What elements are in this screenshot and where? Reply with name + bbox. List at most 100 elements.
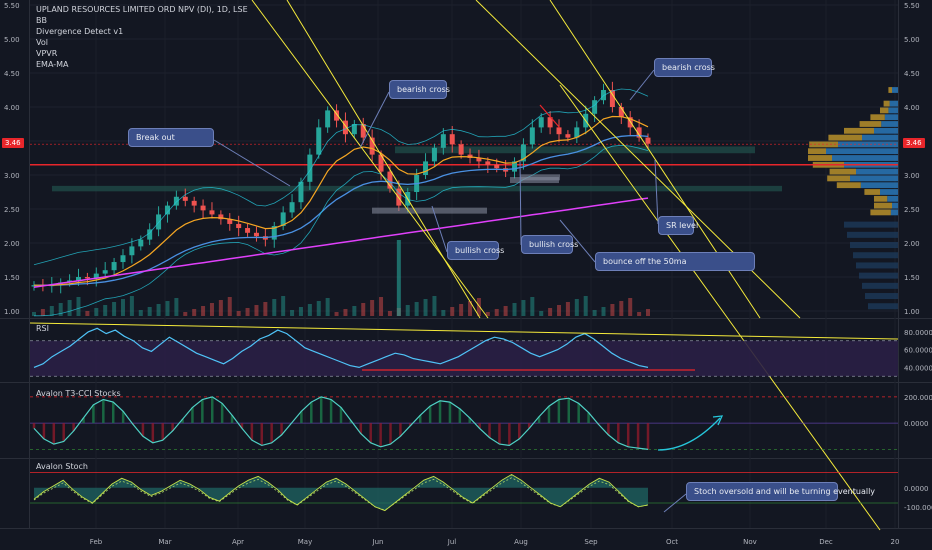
indicator-legend: UPLAND RESOURCES LIMITED ORD NPV (DI), 1… <box>36 4 248 70</box>
t3-tick: 200.0000 <box>904 394 932 402</box>
price-tick-left: 2.50 <box>4 206 20 214</box>
vpvr-bar-up <box>874 195 888 202</box>
current-price-badge-right: 3.46 <box>903 138 925 148</box>
chart-background <box>0 0 932 550</box>
vpvr-bar-down <box>892 87 898 93</box>
candle-body <box>494 164 500 169</box>
vpvr-bar-low <box>859 272 898 279</box>
vpvr-bar-up <box>827 175 850 182</box>
annotation-sr-level[interactable]: SR level <box>658 216 698 235</box>
vpvr-bar-down <box>856 168 898 175</box>
rsi-tick: 40.0000 <box>904 364 932 372</box>
vpvr-bar-low <box>865 293 898 300</box>
month-label: Apr <box>232 538 244 546</box>
candle-body <box>458 144 464 155</box>
legend-vpvr: VPVR <box>36 49 58 58</box>
t3-tick: 0.0000 <box>904 420 929 428</box>
candle-body <box>485 161 491 165</box>
month-label: Sep <box>584 538 598 546</box>
volume-bar <box>290 310 295 316</box>
volume-bar <box>628 298 633 316</box>
chart-canvas[interactable]: 5.505.505.005.004.504.504.004.003.503.50… <box>0 0 932 550</box>
volume-bar <box>112 302 117 316</box>
month-label: Feb <box>90 538 103 546</box>
volume-bar <box>459 304 464 316</box>
current-price-badge-left: 3.46 <box>2 138 24 148</box>
volume-bar <box>343 309 348 316</box>
stoch-tick: -100.0000 <box>904 504 932 512</box>
month-label: Nov <box>743 538 757 546</box>
vpvr-bar-down <box>884 114 898 121</box>
vpvr-bar-low <box>856 262 898 269</box>
candle-body <box>209 210 215 215</box>
stoch-pane-title: Avalon Stoch <box>36 462 88 471</box>
annotation-stoch-oversold[interactable]: Stoch oversold and will be turning event… <box>686 482 875 501</box>
vpvr-bar-up <box>880 107 889 114</box>
candle-body <box>138 239 144 247</box>
price-tick-left: 5.50 <box>4 2 20 10</box>
annotation-breakout[interactable]: Break out <box>128 128 214 147</box>
candle-body <box>182 196 188 201</box>
month-label: Mar <box>158 538 171 546</box>
candle-body <box>529 127 535 145</box>
volume-bar <box>583 296 588 316</box>
volume-bar <box>512 303 517 316</box>
price-tick-right: 4.00 <box>904 104 920 112</box>
vpvr-bar-down <box>889 100 898 107</box>
vpvr-bar-up <box>828 134 862 141</box>
month-label: Jun <box>372 538 384 546</box>
volume-bar <box>432 296 437 316</box>
candle-body <box>200 205 206 211</box>
vpvr-bar-down <box>880 189 898 195</box>
month-label: Aug <box>514 538 528 546</box>
annotation-bearish-cross-1[interactable]: bearish cross <box>389 80 450 99</box>
candle-body <box>289 202 295 213</box>
volume-bar <box>646 309 650 316</box>
month-label: Jul <box>447 538 457 546</box>
candle-body <box>556 127 562 135</box>
candle-body <box>245 228 251 233</box>
annotation-bullish-cross-1[interactable]: bullish cross <box>447 241 504 260</box>
volume-bar <box>103 305 108 316</box>
volume-bar <box>174 298 179 316</box>
month-label: Oct <box>666 538 678 546</box>
vpvr-bar-low <box>847 231 898 238</box>
legend-bb: BB <box>36 16 47 25</box>
volume-bar <box>619 301 624 316</box>
vpvr-bar-up <box>808 148 826 155</box>
vpvr-bar-down <box>888 107 898 114</box>
volume-bar <box>40 309 45 316</box>
volume-bar <box>450 307 455 316</box>
volume-bar <box>530 297 535 316</box>
rsi-band <box>30 340 898 377</box>
volume-bar <box>263 302 268 316</box>
vpvr-bar-down <box>890 209 898 216</box>
volume-bar <box>183 312 188 316</box>
vpvr-bar-up <box>829 168 856 175</box>
volume-bar <box>307 304 312 316</box>
volume-bar <box>236 311 241 316</box>
vpvr-bar-low <box>862 282 898 289</box>
annotation-bullish-cross-2[interactable]: bullish cross <box>521 235 578 254</box>
vpvr-bar-up <box>864 189 880 195</box>
annotation-bounce-50ma[interactable]: bounce off the 50ma <box>595 252 755 271</box>
volume-bar <box>254 305 259 316</box>
vpvr-bar-low <box>868 303 898 310</box>
volume-bar <box>370 300 375 316</box>
annotation-bearish-cross-2[interactable]: bearish cross <box>654 58 715 77</box>
price-tick-right: 1.00 <box>904 308 920 316</box>
vpvr-bar-up <box>808 155 832 161</box>
volume-bar <box>76 297 81 316</box>
volume-bar <box>227 297 232 316</box>
price-tick-left: 4.50 <box>4 70 20 78</box>
volume-bar <box>245 308 250 316</box>
volume-bar <box>316 301 321 316</box>
volume-bar <box>414 302 419 316</box>
vpvr-bar-down <box>887 195 898 202</box>
candle-body <box>431 147 437 162</box>
volume-bar <box>610 304 615 316</box>
vpvr-bar-low <box>844 221 898 228</box>
legend-divergence: Divergence Detect v1 <box>36 27 124 36</box>
price-tick-right: 3.00 <box>904 172 920 180</box>
candle-body <box>440 134 446 148</box>
